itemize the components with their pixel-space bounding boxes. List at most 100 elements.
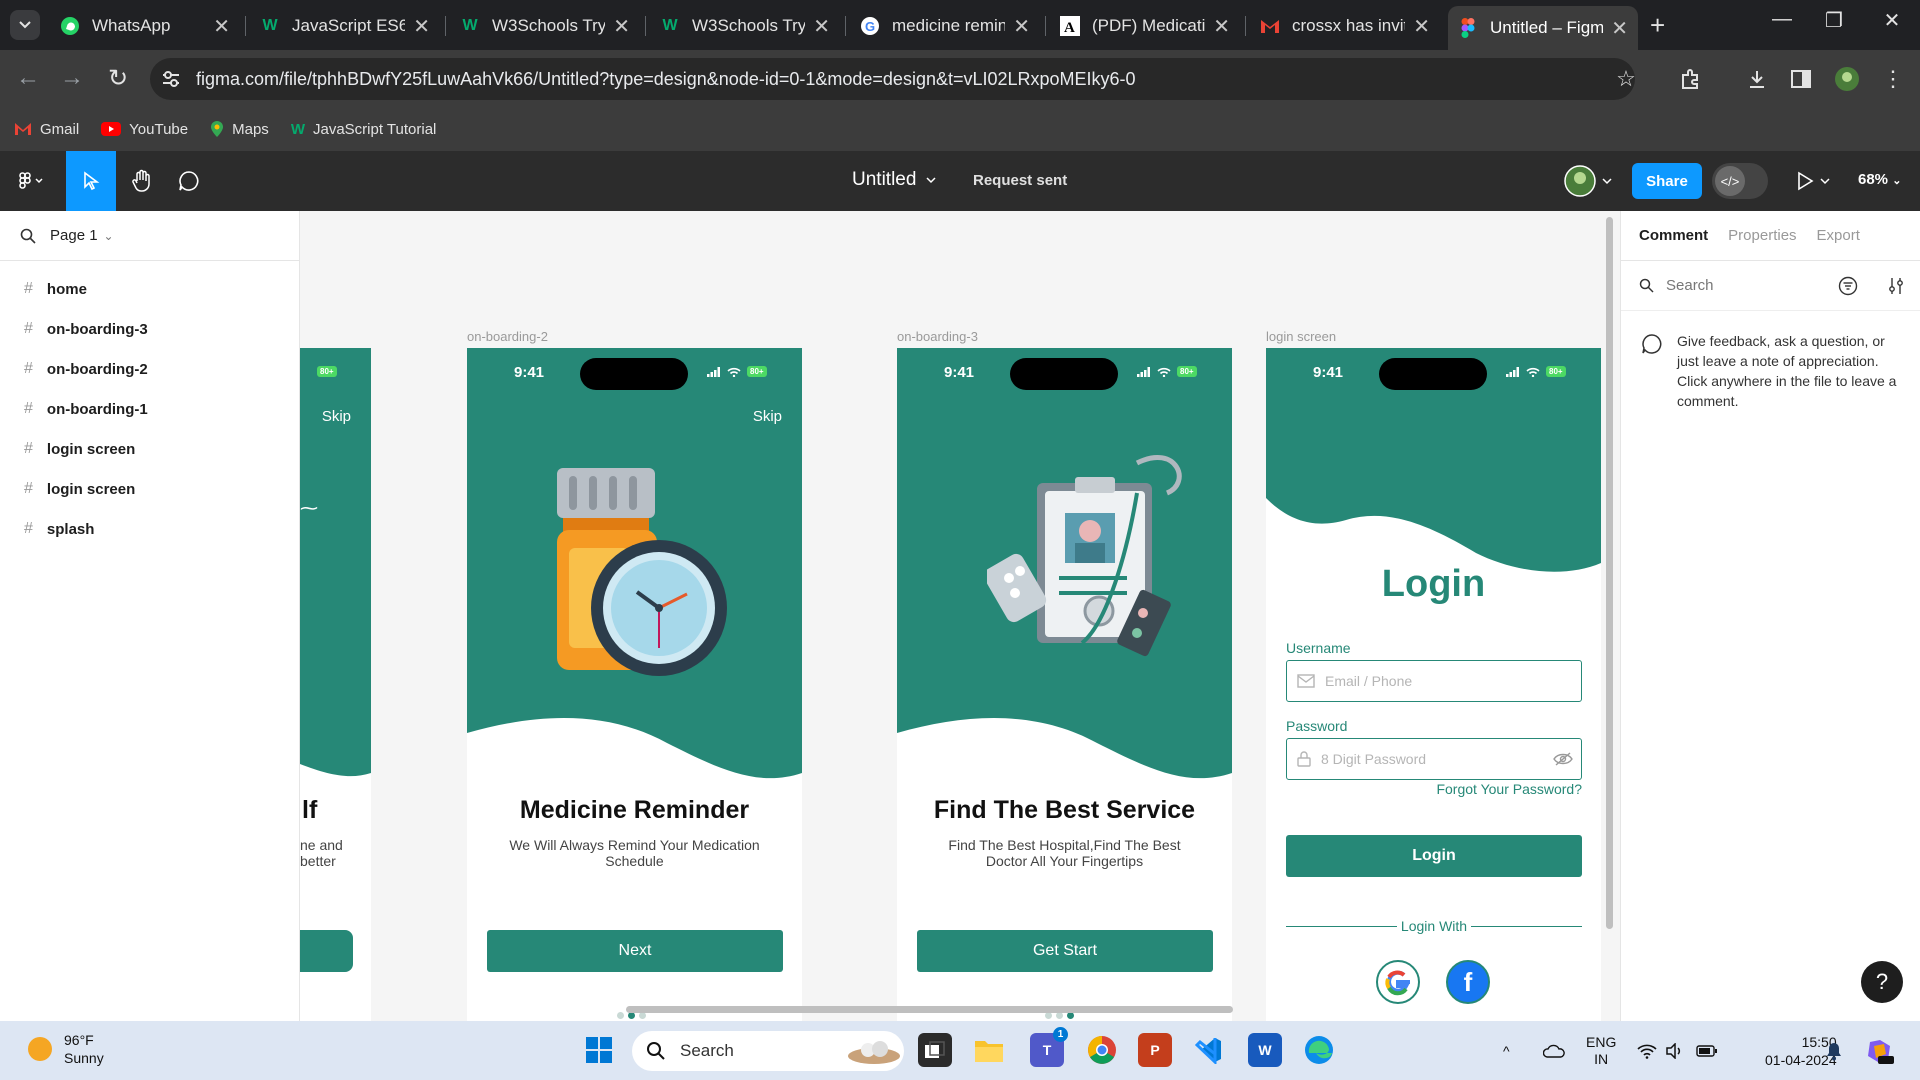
vertical-scrollbar[interactable] (1606, 217, 1613, 929)
taskbar-search[interactable]: Search (632, 1031, 904, 1071)
forgot-password-link[interactable]: Forgot Your Password? (1436, 781, 1582, 797)
skip-link[interactable]: Skip (322, 408, 351, 425)
share-button[interactable]: Share (1632, 163, 1702, 199)
dev-mode-toggle[interactable]: </> (1712, 163, 1768, 199)
powerpoint-icon[interactable]: P (1138, 1033, 1172, 1067)
horizontal-scrollbar[interactable] (626, 1006, 1233, 1013)
browser-tab-whatsapp[interactable]: WhatsApp ✕ (50, 6, 240, 46)
file-explorer-icon[interactable] (972, 1033, 1006, 1067)
present-button[interactable] (1796, 171, 1830, 191)
skip-link[interactable]: Skip (753, 408, 782, 425)
browser-tab-javascript-es6[interactable]: W JavaScript ES6 ✕ (250, 6, 440, 46)
browser-tab-gmail-invite[interactable]: crossx has invite ✕ (1250, 6, 1440, 46)
browser-tab-pdf-medication[interactable]: A (PDF) Medicatior ✕ (1050, 6, 1240, 46)
browser-tab-figma-active[interactable]: Untitled – Figma ✕ (1448, 6, 1638, 50)
profile-avatar[interactable] (1834, 66, 1860, 92)
close-icon[interactable]: ✕ (813, 14, 830, 39)
browser-tab-w3schools-tryit[interactable]: W W3Schools Tryit ✕ (450, 6, 640, 46)
layer-login-screen-2[interactable]: # login screen (0, 469, 299, 509)
frame-login-screen[interactable]: 9:41 80+ Login Username Email / Phone Pa… (1266, 348, 1601, 1021)
page-selector[interactable]: Page 1 ⌄ (0, 211, 299, 261)
next-button[interactable]: Next (487, 930, 783, 972)
close-icon[interactable]: ✕ (1413, 14, 1430, 39)
browser-menu-icon[interactable]: ⋮ (1880, 66, 1906, 92)
weather-widget[interactable]: 96°F Sunny (28, 1031, 104, 1067)
reload-icon[interactable]: ↻ (104, 64, 132, 92)
frame-on-boarding-3[interactable]: 9:41 80+ Find The Best Service Find The … (897, 348, 1232, 1021)
browser-tab-w3schools-tryit-2[interactable]: W W3Schools Tryit ✕ (650, 6, 840, 46)
download-icon[interactable] (1744, 66, 1770, 92)
tab-comment[interactable]: Comment (1639, 227, 1708, 244)
comment-tool-button[interactable] (166, 151, 212, 211)
bookmark-maps[interactable]: Maps (210, 120, 269, 138)
tab-properties[interactable]: Properties (1728, 227, 1796, 244)
start-button[interactable] (582, 1033, 616, 1067)
onboarding-button-fragment[interactable] (300, 930, 353, 972)
frame-on-boarding-2[interactable]: 9:41 80+ Skip Medicine Reminder We Will … (467, 348, 802, 1021)
filter-icon[interactable] (1838, 276, 1858, 296)
site-info-icon[interactable] (150, 71, 192, 87)
chrome-icon[interactable] (1085, 1033, 1119, 1067)
password-field[interactable]: 8 Digit Password (1286, 738, 1582, 780)
teams-icon[interactable]: T1 (1030, 1027, 1068, 1067)
minimize-icon[interactable]: — (1762, 8, 1802, 31)
hand-tool-button[interactable] (118, 151, 164, 211)
copilot-icon[interactable] (1864, 1021, 1894, 1080)
get-start-button[interactable]: Get Start (917, 930, 1213, 972)
tab-export[interactable]: Export (1817, 227, 1860, 244)
edge-icon[interactable] (1302, 1033, 1336, 1067)
task-view-icon[interactable] (918, 1033, 952, 1067)
zoom-menu[interactable]: 68% ⌄ (1858, 171, 1901, 188)
layer-splash[interactable]: # splash (0, 509, 299, 549)
username-field[interactable]: Email / Phone (1286, 660, 1582, 702)
close-icon[interactable]: ✕ (613, 14, 630, 39)
bookmark-youtube[interactable]: YouTube (101, 121, 188, 138)
show-hidden-icons[interactable]: ^ (1503, 1021, 1510, 1080)
close-icon[interactable]: ✕ (1013, 14, 1030, 39)
close-icon[interactable]: ✕ (1213, 14, 1230, 39)
layer-on-boarding-3[interactable]: # on-boarding-3 (0, 309, 299, 349)
close-icon[interactable]: ✕ (413, 14, 430, 39)
tab-search-button[interactable] (10, 10, 40, 40)
new-tab-button[interactable]: + (1650, 10, 1665, 41)
design-canvas[interactable]: 80+ Skip ⁓ lf ne and better on-boarding-2… (300, 211, 1620, 1021)
layer-on-boarding-1[interactable]: # on-boarding-1 (0, 389, 299, 429)
close-icon[interactable]: ✕ (1611, 16, 1628, 41)
battery-icon[interactable] (1696, 1021, 1718, 1080)
move-tool-button[interactable] (66, 151, 116, 211)
settings-sliders-icon[interactable] (1886, 276, 1906, 296)
volume-icon[interactable] (1665, 1021, 1685, 1080)
forward-icon[interactable]: → (58, 64, 86, 92)
extensions-icon[interactable] (1677, 66, 1703, 92)
layer-on-boarding-2[interactable]: # on-boarding-2 (0, 349, 299, 389)
file-title-menu[interactable]: Untitled (852, 169, 936, 191)
side-panel-icon[interactable] (1788, 66, 1814, 92)
frame-icon: # (24, 360, 33, 377)
google-login-button[interactable] (1376, 960, 1420, 1004)
wifi-icon[interactable] (1637, 1021, 1657, 1080)
vscode-icon[interactable] (1192, 1033, 1226, 1067)
url-bar[interactable]: figma.com/file/tphhBDwfY25fLuwAahVk66/Un… (150, 58, 1635, 100)
word-icon[interactable]: W (1248, 1033, 1282, 1067)
bookmark-gmail[interactable]: Gmail (14, 121, 79, 138)
close-icon[interactable]: ✕ (213, 14, 230, 39)
notification-bell-icon[interactable] (1825, 1021, 1843, 1080)
browser-tab-medicine-reminder[interactable]: G medicine remind ✕ (850, 6, 1040, 46)
bookmark-javascript-tutorial[interactable]: W JavaScript Tutorial (291, 121, 437, 138)
layer-home[interactable]: # home (0, 269, 299, 309)
eye-off-icon[interactable] (1553, 752, 1573, 766)
main-menu-button[interactable] (0, 151, 62, 211)
layer-login-screen[interactable]: # login screen (0, 429, 299, 469)
back-icon[interactable]: ← (14, 64, 42, 92)
language-indicator[interactable]: ENG IN (1586, 1021, 1616, 1080)
onedrive-icon[interactable] (1543, 1021, 1565, 1080)
help-button[interactable]: ? (1861, 961, 1903, 1003)
login-button[interactable]: Login (1286, 835, 1582, 877)
close-window-icon[interactable]: ✕ (1872, 8, 1912, 33)
frame-on-boarding-1-partial[interactable]: 80+ Skip ⁓ lf ne and better (300, 348, 371, 1021)
restore-icon[interactable]: ❐ (1814, 8, 1854, 33)
facebook-login-button[interactable]: f (1446, 960, 1490, 1004)
comment-search-field[interactable]: Search (1621, 261, 1920, 311)
bookmark-star-icon[interactable]: ☆ (1613, 66, 1639, 92)
collaborators-menu[interactable] (1564, 165, 1612, 197)
